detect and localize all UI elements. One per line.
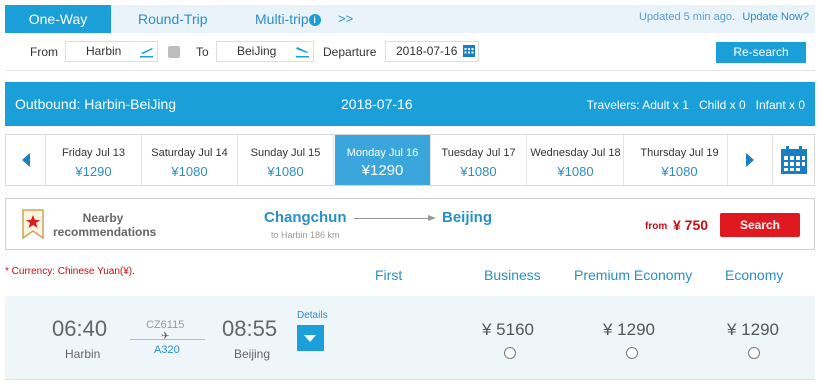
fare-column-business: Business [484, 267, 541, 283]
next-dates-button[interactable] [728, 135, 768, 185]
business-fare-price: ¥ 5160 [482, 320, 534, 339]
date-option-day: Thursday Jul 19 [640, 147, 719, 159]
swap-cities-icon[interactable] [168, 46, 180, 58]
recommendation-badge-icon [22, 209, 44, 239]
takeoff-icon [140, 48, 153, 58]
chevron-down-icon [304, 335, 316, 342]
info-icon[interactable]: i [308, 14, 321, 26]
recommendation-price-label: from [645, 221, 668, 232]
date-carousel: Friday Jul 13 ¥1290 Saturday Jul 14 ¥108… [5, 134, 815, 186]
plane-icon: ✈ [161, 331, 170, 342]
date-option-selected[interactable]: Monday Jul 16 ¥1290 [335, 135, 431, 185]
from-field[interactable]: Harbin [65, 41, 158, 62]
outbound-header: Outbound: Harbin-BeiJing 2018-07-16 Trav… [5, 82, 815, 126]
date-option-price: ¥1290 [75, 164, 112, 179]
date-option-day: Friday Jul 13 [62, 147, 125, 159]
date-option[interactable]: Wednesday Jul 18 ¥1080 [528, 135, 624, 185]
calendar-icon [781, 146, 807, 174]
economy-fare-price: ¥ 1290 [727, 320, 779, 339]
tab-round-trip[interactable]: Round-Trip [138, 5, 208, 33]
arrival-city: Beijing [234, 347, 271, 361]
departure-city: Harbin [65, 347, 101, 361]
date-option-day: Saturday Jul 14 [151, 147, 228, 159]
fare-column-premium-economy: Premium Economy [574, 267, 693, 283]
outbound-date: 2018-07-16 [341, 96, 413, 112]
date-option-price: ¥1080 [171, 164, 208, 179]
date-option-price: ¥1290 [361, 162, 404, 179]
route-arrow-line [354, 218, 434, 219]
recommendation-price: ¥ 750 [673, 217, 709, 233]
currency-note: * Currency: Chinese Yuan(¥). [5, 266, 135, 277]
nearby-recommendation: Nearby recommendations Changchun to Harb… [5, 198, 815, 250]
details-expand-button[interactable] [297, 325, 324, 351]
date-option-price: ¥1080 [267, 164, 304, 179]
recommendation-label-line2: recommendations [53, 225, 157, 239]
calendar-icon[interactable] [463, 45, 475, 57]
recommendation-from-city: Changchun [264, 209, 347, 226]
date-option-price: ¥1080 [661, 164, 698, 179]
flight-number: CZ6115 [146, 319, 185, 331]
premium-economy-fare-radio[interactable] [626, 347, 638, 359]
recommendation-label: Nearby recommendations [53, 211, 157, 239]
more-tabs-arrows[interactable]: >> [338, 5, 353, 33]
date-option-price: ¥1080 [557, 164, 594, 179]
update-now-link[interactable]: Update Now? [742, 5, 809, 29]
tab-multi-trip[interactable]: Multi-trip i [255, 5, 321, 33]
travelers-summary: Travelers: Adult x 1 Child x 0 Infant x 0 [577, 98, 805, 112]
recommendation-to-city: Beijing [442, 209, 493, 226]
date-option-day: Monday Jul 16 [346, 147, 419, 159]
date-option-day: Sunday Jul 15 [250, 147, 321, 159]
departure-time: 06:40 [52, 316, 108, 341]
flight-row: 06:40 Harbin CZ6115 ✈ A320 08:55 Beijing… [5, 296, 815, 380]
departure-label: Departure [323, 45, 377, 59]
recommendation-search-button[interactable]: Search [720, 213, 800, 237]
landing-icon [296, 47, 309, 58]
from-label: From [30, 45, 58, 59]
date-option[interactable]: Thursday Jul 19 ¥1080 [632, 135, 728, 185]
research-button[interactable]: Re-search [716, 42, 806, 63]
date-option[interactable]: Saturday Jul 14 ¥1080 [142, 135, 238, 185]
chevron-right-icon [746, 153, 754, 167]
outbound-title: Outbound: Harbin-BeiJing [15, 96, 177, 112]
date-option[interactable]: Sunday Jul 15 ¥1080 [238, 135, 334, 185]
fare-column-first: First [375, 267, 403, 283]
business-fare-radio[interactable] [504, 347, 516, 359]
details-link[interactable]: Details [297, 310, 328, 321]
updated-notice: Updated 5 min ago. [638, 11, 735, 23]
travelers-adult: Travelers: Adult x 1 [586, 98, 689, 112]
departure-date-field[interactable]: 2018-07-16 [385, 41, 479, 62]
date-option[interactable]: Friday Jul 13 ¥1290 [46, 135, 142, 185]
to-value: BeiJing [237, 44, 277, 58]
calendar-button[interactable] [772, 135, 814, 185]
tab-one-way[interactable]: One-Way [5, 5, 111, 33]
travelers-infant: Infant x 0 [755, 98, 805, 112]
chevron-left-icon [22, 153, 30, 167]
to-label: To [196, 45, 209, 59]
recommendation-distance: to Harbin 186 km [271, 230, 340, 240]
arrival-time: 08:55 [222, 316, 278, 341]
tab-multi-trip-label: Multi-trip [255, 11, 309, 27]
aircraft-type[interactable]: A320 [154, 344, 180, 356]
date-option-day: Wednesday Jul 18 [530, 147, 621, 159]
premium-economy-fare-price: ¥ 1290 [603, 320, 655, 339]
fare-column-economy: Economy [725, 267, 784, 283]
date-option[interactable]: Tuesday Jul 17 ¥1080 [431, 135, 527, 185]
to-field[interactable]: BeiJing [216, 41, 314, 62]
search-form: From Harbin To BeiJing Departure 2018-07… [5, 33, 815, 71]
prev-dates-button[interactable] [6, 135, 46, 185]
recommendation-label-line1: Nearby [82, 211, 124, 225]
from-value: Harbin [86, 44, 122, 58]
date-option-day: Tuesday Jul 17 [441, 147, 516, 159]
date-option-price: ¥1080 [460, 164, 497, 179]
travelers-child: Child x 0 [698, 98, 746, 112]
arrow-right-icon [428, 215, 436, 221]
trip-type-tabs: One-Way Round-Trip Multi-trip i >> Update… [5, 5, 815, 33]
departure-value: 2018-07-16 [396, 44, 458, 58]
economy-fare-radio[interactable] [748, 347, 760, 359]
